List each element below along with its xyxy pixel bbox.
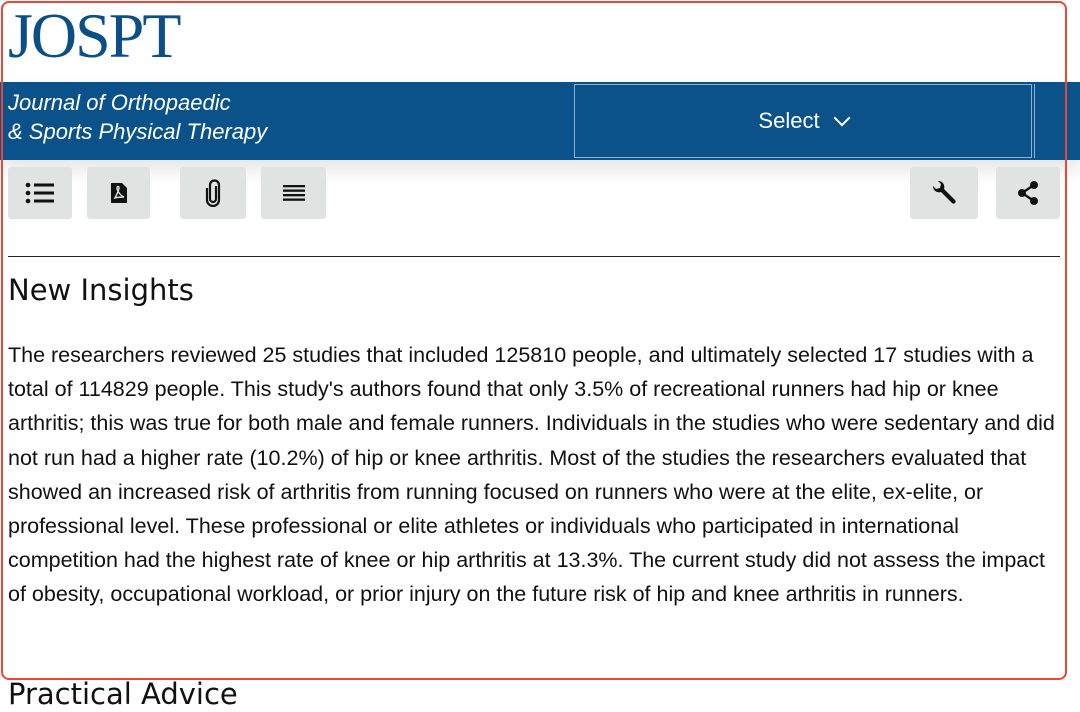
select-label: Select xyxy=(758,108,820,133)
tools-button[interactable] xyxy=(910,167,978,219)
select-dropdown[interactable]: Select xyxy=(574,84,1032,158)
supplements-button[interactable] xyxy=(180,167,246,219)
scrolled-text-behind-header xyxy=(10,64,1050,82)
jospt-logo[interactable]: JOSPT xyxy=(8,4,181,68)
share-icon xyxy=(1018,181,1038,205)
share-button[interactable] xyxy=(996,167,1060,219)
pdf-icon xyxy=(110,183,127,203)
next-section-heading: Practical Advice xyxy=(8,677,238,711)
pdf-button[interactable] xyxy=(87,167,150,219)
full-text-button[interactable] xyxy=(261,167,326,219)
paperclip-icon xyxy=(205,179,221,207)
journal-name[interactable]: Journal of Orthopaedic & Sports Physical… xyxy=(8,88,267,146)
wrench-icon xyxy=(932,180,956,204)
section-heading: New Insights xyxy=(8,273,194,307)
journal-name-line1: Journal of Orthopaedic xyxy=(8,90,231,115)
text-lines-icon xyxy=(282,185,305,201)
section-divider xyxy=(8,256,1060,257)
outline-button[interactable] xyxy=(8,167,72,219)
chevron-down-icon xyxy=(833,109,851,127)
journal-name-line2: & Sports Physical Therapy xyxy=(8,119,268,144)
article-paragraph: The researchers reviewed 25 studies that… xyxy=(8,343,1055,607)
list-icon xyxy=(25,182,54,204)
header-right-segment[interactable] xyxy=(1034,84,1080,158)
